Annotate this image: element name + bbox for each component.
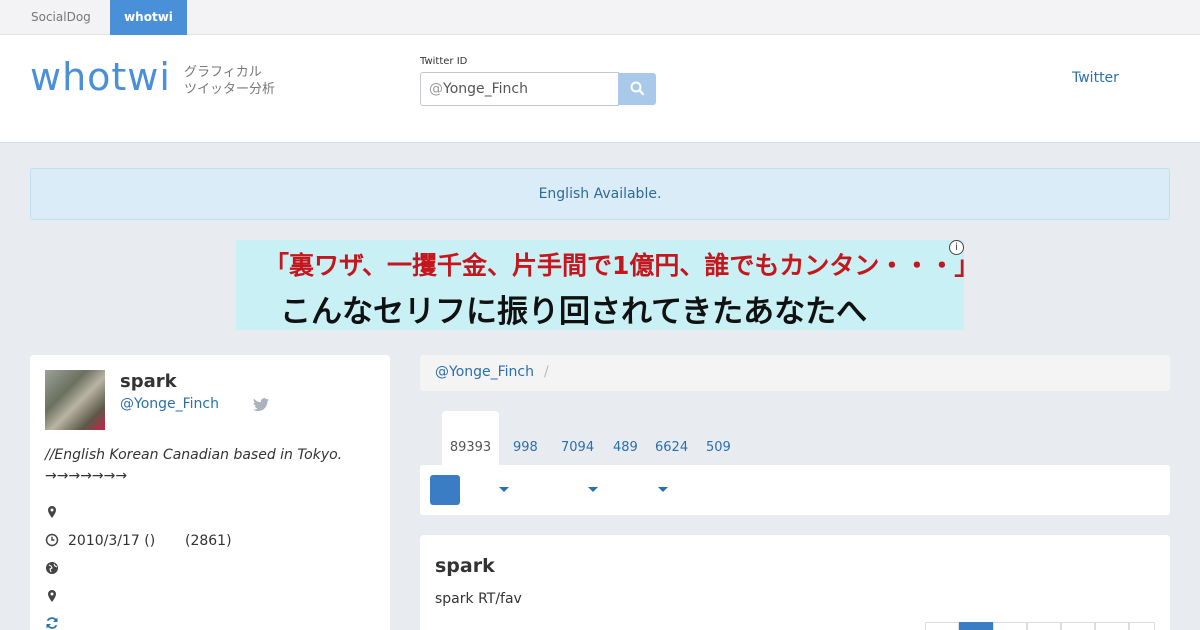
tagline-line1: グラフィカル <box>184 65 262 80</box>
tab-stat-6[interactable]: 509 <box>706 440 731 455</box>
page-button[interactable] <box>925 622 959 630</box>
search-button[interactable] <box>618 73 656 105</box>
tab-whotwi[interactable]: whotwi <box>110 0 187 35</box>
ad-info-icon[interactable]: i <box>949 240 964 255</box>
avatar[interactable] <box>45 370 105 430</box>
twitter-id-input[interactable]: @Yonge_Finch <box>420 72 619 106</box>
view-toggle-button[interactable] <box>430 475 460 505</box>
search-icon <box>630 81 645 96</box>
map-marker-icon <box>48 590 56 602</box>
banner-line2: こんなセリフに振り回されてきたあなたへ <box>280 294 868 330</box>
card-title: spark <box>435 555 495 577</box>
filter-toolbar <box>420 465 1170 515</box>
breadcrumb-user-link[interactable]: @Yonge_Finch <box>435 364 534 380</box>
tagline-line2: ツイッター分析 <box>184 82 276 97</box>
page-button[interactable] <box>1027 622 1061 630</box>
chevron-down-icon[interactable] <box>658 487 668 492</box>
twitter-bird-icon[interactable] <box>253 398 269 412</box>
joined-date: 2010/3/17 () <box>68 533 156 549</box>
page-button[interactable] <box>1129 622 1155 630</box>
search-label: Twitter ID <box>420 56 468 67</box>
clock-icon <box>45 533 59 547</box>
profile-name: spark <box>120 371 177 392</box>
top-tab-bar: SocialDog whotwi <box>0 0 1200 35</box>
breadcrumb: @Yonge_Finch / <box>420 355 1170 391</box>
chevron-down-icon[interactable] <box>588 487 598 492</box>
profile-card: spark @Yonge_Finch //English Korean Cana… <box>30 355 390 630</box>
page-button[interactable] <box>993 622 1027 630</box>
page-button-active[interactable] <box>959 622 993 630</box>
page-button[interactable] <box>1095 622 1129 630</box>
tab-stat-5[interactable]: 6624 <box>655 440 688 455</box>
map-marker-icon <box>48 506 56 518</box>
tab-tweets-count[interactable]: 89393 <box>442 411 499 467</box>
globe-icon <box>46 562 58 574</box>
site-header: whotwi グラフィカル ツイッター分析 Twitter ID @Yonge_… <box>0 35 1200 143</box>
twitter-link[interactable]: Twitter <box>1072 70 1119 86</box>
card-subtitle: spark RT/fav <box>435 591 522 607</box>
tagline: グラフィカル ツイッター分析 <box>184 64 275 98</box>
tab-stat-4[interactable]: 489 <box>613 440 638 455</box>
breadcrumb-separator: / <box>544 364 549 380</box>
whotwi-logo[interactable]: whotwi <box>30 55 171 99</box>
banner-line1: 「裏ワザ、一攫千金、片手間で1億円、誰でもカンタン・・・」 <box>264 251 964 280</box>
chevron-down-icon[interactable] <box>499 487 509 492</box>
at-prefix: @ <box>429 81 443 97</box>
banner-ad[interactable]: 「裏ワザ、一攫千金、片手間で1億円、誰でもカンタン・・・」 こんなセリフに振り回… <box>236 240 964 330</box>
search-value: Yonge_Finch <box>443 81 528 97</box>
english-available-alert[interactable]: English Available. <box>30 168 1170 220</box>
profile-handle[interactable]: @Yonge_Finch <box>120 396 219 412</box>
page-button[interactable] <box>1061 622 1095 630</box>
days-count: (2861) <box>185 533 232 549</box>
refresh-icon[interactable] <box>45 616 59 630</box>
profile-bio: //English Korean Canadian based in Tokyo… <box>45 447 343 484</box>
tab-stat-3[interactable]: 7094 <box>561 440 594 455</box>
tab-socialdog[interactable]: SocialDog <box>15 0 107 35</box>
tweets-card: spark spark RT/fav <box>420 535 1170 630</box>
tab-stat-2[interactable]: 998 <box>513 440 538 455</box>
